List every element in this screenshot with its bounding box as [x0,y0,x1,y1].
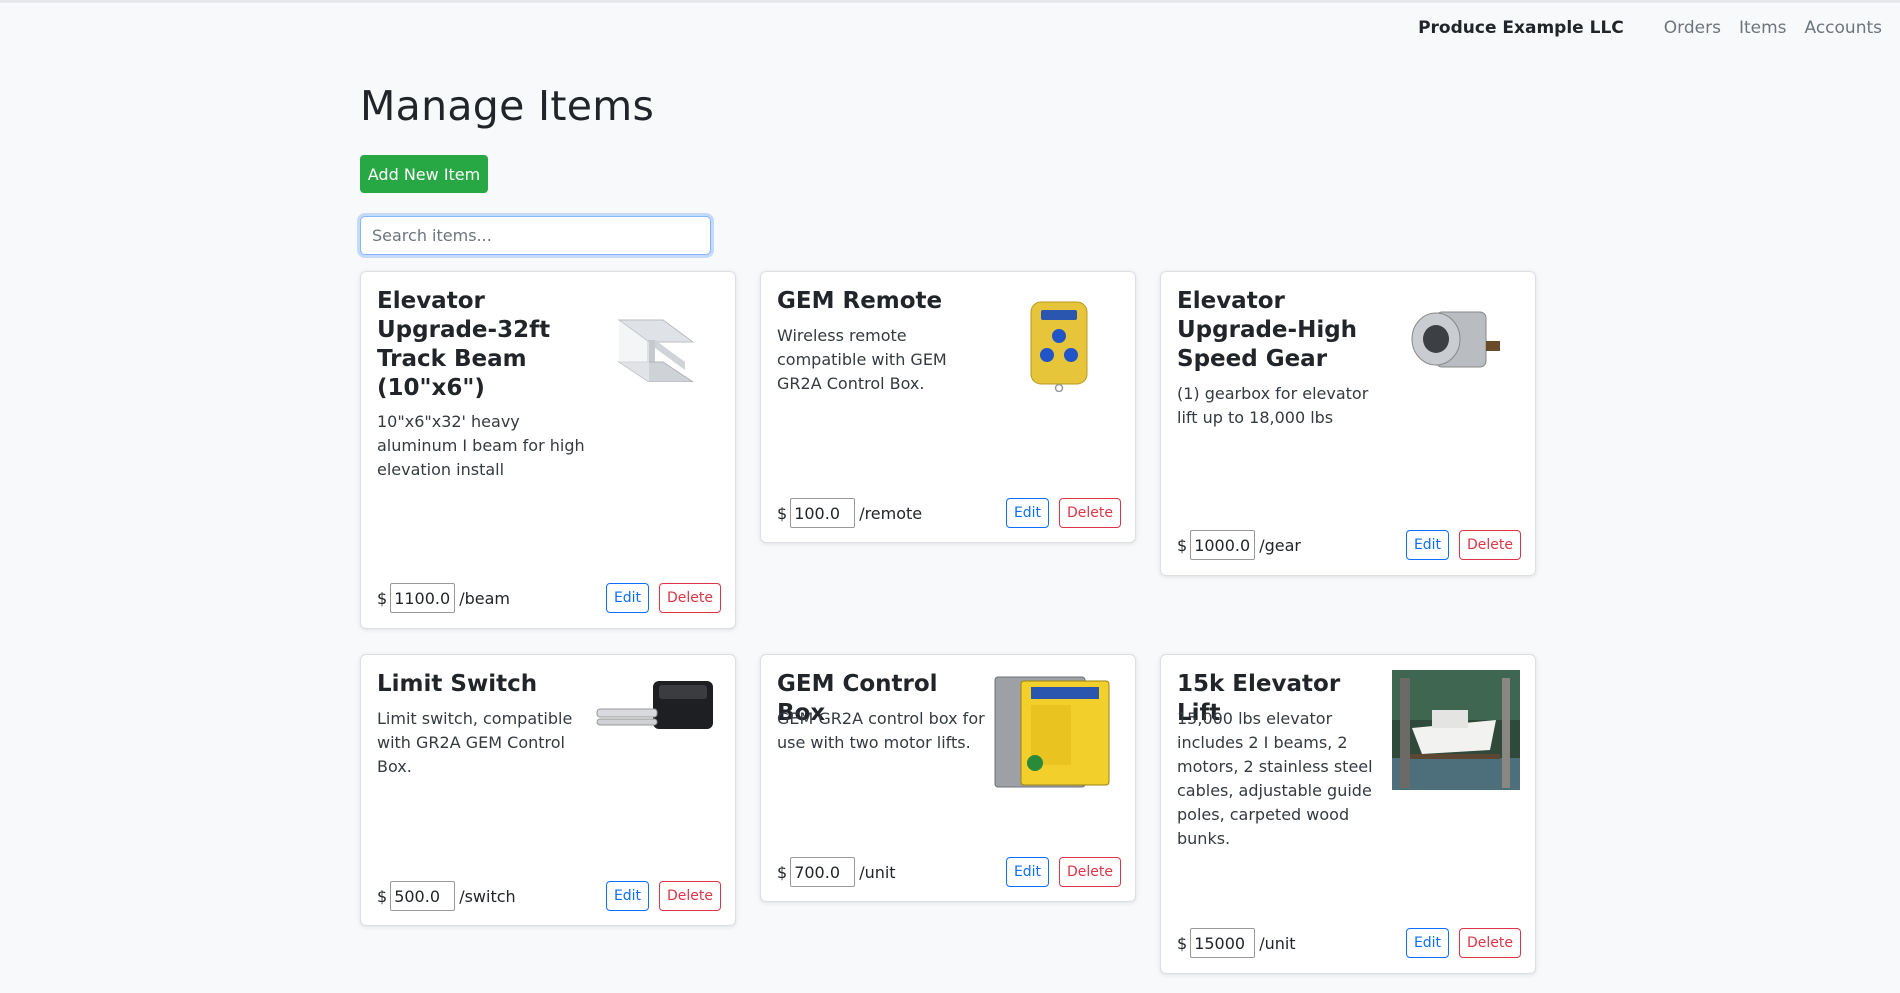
gearbox-image [1411,311,1500,368]
price-row: $ /remote [777,498,922,528]
price-row: $ /unit [1177,928,1296,958]
edit-button[interactable]: Edit [1006,498,1049,528]
price-input[interactable] [790,857,856,887]
delete-button[interactable]: Delete [659,583,721,613]
edit-button[interactable]: Edit [606,583,649,613]
price-row: $ /unit [777,857,896,887]
item-title: Limit Switch [377,671,538,697]
item-title: GEM Remote [777,288,943,314]
item-description: 15,000 lbs elevator includes 2 I beams, … [1177,709,1373,848]
currency-symbol: $ [1177,933,1188,953]
item-card: Elevator Upgrade-32ft Track Beam (10"x6"… [360,271,736,629]
limit-switch-image [596,681,713,729]
navbar: Produce Example LLC Orders Items Account… [1418,18,1882,38]
price-input[interactable] [1190,530,1256,560]
item-description: Limit switch, compatible with GR2A GEM C… [377,709,573,776]
delete-button[interactable]: Delete [659,881,721,911]
brand-name[interactable]: Produce Example LLC [1418,18,1624,38]
price-input[interactable] [390,583,456,613]
price-unit: /unit [859,862,896,882]
delete-button[interactable]: Delete [1459,928,1521,958]
top-border [0,0,1900,3]
item-description: (1) gearbox for elevator lift up to 18,0… [1177,384,1369,427]
item-title: Elevator Upgrade-32ft Track Beam (10"x6"… [377,288,551,401]
price-row: $ /beam [377,583,510,613]
nav-link-items[interactable]: Items [1739,18,1787,38]
price-unit: /beam [459,588,510,608]
price-unit: /unit [1259,933,1296,953]
price-input[interactable] [1190,928,1256,958]
item-description: 10"x6"x32' heavy aluminum I beam for hig… [377,412,585,479]
edit-button[interactable]: Edit [1406,928,1449,958]
currency-symbol: $ [377,886,388,906]
add-new-item-button[interactable]: Add New Item [360,155,488,193]
price-unit: /gear [1259,535,1301,555]
price-unit: /switch [459,886,516,906]
item-card: GEM Control Box GEM GR2A control box for… [760,654,1136,902]
currency-symbol: $ [1177,535,1188,555]
page-title: Manage Items [360,82,655,130]
delete-button[interactable]: Delete [1059,498,1121,528]
price-unit: /remote [859,503,923,523]
item-card: Elevator Upgrade-High Speed Gear (1) gea… [1160,271,1536,576]
item-description: GEM GR2A control box for use with two mo… [777,709,985,752]
remote-image [1030,301,1088,392]
i-beam-image [617,319,695,382]
price-row: $ /switch [377,881,516,911]
nav-link-orders[interactable]: Orders [1664,18,1721,38]
item-description: Wireless remote compatible with GEM GR2A… [777,326,947,393]
edit-button[interactable]: Edit [606,881,649,911]
price-input[interactable] [390,881,456,911]
currency-symbol: $ [777,503,788,523]
delete-button[interactable]: Delete [1459,530,1521,560]
item-title: Elevator Upgrade-High Speed Gear [1177,288,1358,372]
item-card: 15k Elevator Lift 15,000 lbs elevator in… [1160,654,1536,974]
boat-lift-photo [1392,670,1520,790]
item-card: GEM Remote Wireless remote compatible wi… [760,271,1136,543]
item-card: Limit Switch Limit switch, compatible wi… [360,654,736,926]
edit-button[interactable]: Edit [1006,857,1049,887]
nav-link-accounts[interactable]: Accounts [1805,18,1883,38]
price-input[interactable] [790,498,856,528]
price-row: $ /gear [1177,530,1301,560]
delete-button[interactable]: Delete [1059,857,1121,887]
currency-symbol: $ [777,862,788,882]
control-box-image [994,676,1110,788]
currency-symbol: $ [377,588,388,608]
edit-button[interactable]: Edit [1406,530,1449,560]
search-input[interactable] [360,216,711,255]
